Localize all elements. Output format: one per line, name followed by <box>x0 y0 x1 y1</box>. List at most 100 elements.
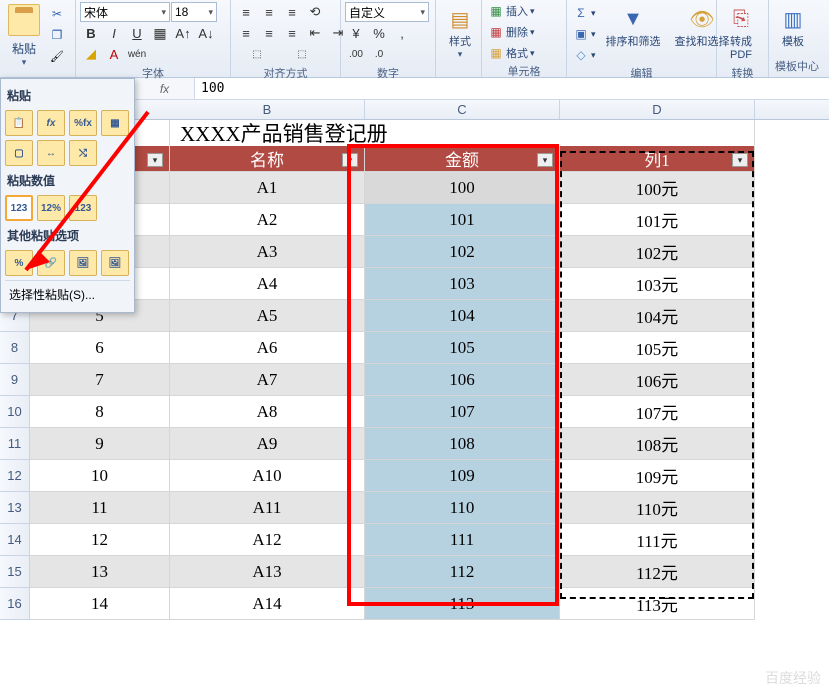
format-painter-button[interactable] <box>46 46 68 66</box>
template-button[interactable]: ▥ 模板 <box>773 2 813 52</box>
table-cell[interactable]: 109 <box>365 460 560 492</box>
wrap-text-button[interactable]: ⬚ <box>235 44 279 64</box>
table-cell[interactable]: 103 <box>365 268 560 300</box>
table-cell[interactable]: 6 <box>30 332 170 364</box>
table-cell[interactable]: 13 <box>30 556 170 588</box>
table-cell[interactable]: 10 <box>30 460 170 492</box>
fill-color-button[interactable]: ◢ <box>80 44 102 64</box>
fill-button[interactable]: ▣▾ <box>571 25 598 43</box>
table-cell[interactable]: 104 <box>365 300 560 332</box>
font-color-button[interactable]: A <box>103 44 125 64</box>
row-header[interactable]: 8 <box>0 332 30 364</box>
table-header[interactable]: 列1▾ <box>560 146 755 172</box>
table-cell[interactable]: 104元 <box>560 300 755 332</box>
table-cell[interactable]: A8 <box>170 396 365 428</box>
paste-button[interactable]: 粘贴 ▾ <box>4 2 44 68</box>
italic-button[interactable]: I <box>103 23 125 43</box>
filter-icon[interactable]: ▾ <box>342 153 358 167</box>
table-cell[interactable]: A10 <box>170 460 365 492</box>
paste-option-keep-border[interactable]: ▦ <box>101 110 129 136</box>
increase-decimal-button[interactable]: .00 <box>345 44 367 64</box>
bold-button[interactable]: B <box>80 23 102 43</box>
table-cell[interactable]: A12 <box>170 524 365 556</box>
indent-dec-button[interactable]: ⇤ <box>304 23 326 43</box>
table-cell[interactable]: 100元 <box>560 172 755 204</box>
paste-option-picture[interactable]: 🖼 <box>69 250 97 276</box>
table-cell[interactable]: A1 <box>170 172 365 204</box>
percent-button[interactable]: % <box>368 23 390 43</box>
copy-button[interactable] <box>46 25 68 45</box>
currency-button[interactable]: ¥ <box>345 23 367 43</box>
grow-font-button[interactable]: A↑ <box>172 23 194 43</box>
cut-button[interactable] <box>46 4 68 24</box>
paste-option-formatting[interactable]: % <box>5 250 33 276</box>
filter-icon[interactable]: ▾ <box>537 153 553 167</box>
table-cell[interactable]: 100 <box>365 172 560 204</box>
row-header[interactable]: 11 <box>0 428 30 460</box>
table-cell[interactable]: A7 <box>170 364 365 396</box>
paste-values-number-format-button[interactable]: 12% <box>37 195 65 221</box>
merge-button[interactable]: ⬚ <box>280 44 324 64</box>
row-header[interactable]: 13 <box>0 492 30 524</box>
delete-cells-button[interactable]: ▦删除 ▾ <box>486 23 537 41</box>
number-format-combo[interactable]: 自定义▾ <box>345 2 429 22</box>
table-cell[interactable]: 8 <box>30 396 170 428</box>
row-header[interactable]: 16 <box>0 588 30 620</box>
paste-option-linked-picture[interactable]: 🖼 <box>101 250 129 276</box>
table-cell[interactable]: A2 <box>170 204 365 236</box>
table-cell[interactable]: 106 <box>365 364 560 396</box>
paste-option-formulas[interactable]: fx <box>37 110 65 136</box>
table-cell[interactable]: 101元 <box>560 204 755 236</box>
title-cell[interactable]: XXXX产品销售登记册 <box>170 120 755 146</box>
filter-icon[interactable]: ▾ <box>147 153 163 167</box>
table-cell[interactable]: 106元 <box>560 364 755 396</box>
table-cell[interactable]: 103元 <box>560 268 755 300</box>
col-header-c[interactable]: C <box>365 100 560 119</box>
comma-button[interactable]: , <box>391 23 413 43</box>
align-top-button[interactable]: ≡ <box>235 2 257 22</box>
table-cell[interactable]: 101 <box>365 204 560 236</box>
decrease-decimal-button[interactable]: .0 <box>368 44 390 64</box>
table-cell[interactable]: 112 <box>365 556 560 588</box>
table-cell[interactable]: 112元 <box>560 556 755 588</box>
table-cell[interactable]: A9 <box>170 428 365 460</box>
table-cell[interactable]: A4 <box>170 268 365 300</box>
convert-pdf-button[interactable]: ⎘ 转成 PDF <box>721 2 761 64</box>
table-cell[interactable]: 107元 <box>560 396 755 428</box>
row-header[interactable]: 10 <box>0 396 30 428</box>
paste-option-link[interactable]: 🔗 <box>37 250 65 276</box>
font-family-combo[interactable]: 宋体▾ <box>80 2 170 22</box>
align-left-button[interactable]: ≡ <box>235 23 257 43</box>
clear-button[interactable]: ◇▾ <box>571 46 598 64</box>
align-middle-button[interactable]: ≡ <box>258 2 280 22</box>
table-cell[interactable]: 111元 <box>560 524 755 556</box>
table-cell[interactable]: 105元 <box>560 332 755 364</box>
table-cell[interactable]: 107 <box>365 396 560 428</box>
table-cell[interactable]: 102元 <box>560 236 755 268</box>
filter-icon[interactable]: ▾ <box>732 153 748 167</box>
row-header[interactable]: 15 <box>0 556 30 588</box>
table-cell[interactable]: 102 <box>365 236 560 268</box>
table-cell[interactable]: 14 <box>30 588 170 620</box>
align-center-button[interactable]: ≡ <box>258 23 280 43</box>
table-cell[interactable]: A3 <box>170 236 365 268</box>
paste-values-source-format-button[interactable]: 123 <box>69 195 97 221</box>
align-right-button[interactable]: ≡ <box>281 23 303 43</box>
paste-special-menuitem[interactable]: 选择性粘贴(S)... <box>5 280 130 308</box>
paste-option-column-width[interactable]: ↔ <box>37 140 65 166</box>
table-cell[interactable]: A11 <box>170 492 365 524</box>
paste-option-formulas-number[interactable]: %fx <box>69 110 97 136</box>
table-cell[interactable]: 113元 <box>560 588 755 620</box>
col-header-d[interactable]: D <box>560 100 755 119</box>
row-header[interactable]: 12 <box>0 460 30 492</box>
orientation-button[interactable]: ⟲ <box>304 2 326 22</box>
shrink-font-button[interactable]: A↓ <box>195 23 217 43</box>
paste-values-button[interactable]: 123 <box>5 195 33 221</box>
row-header[interactable]: 14 <box>0 524 30 556</box>
table-cell[interactable]: 12 <box>30 524 170 556</box>
autosum-button[interactable]: Σ▾ <box>571 4 598 22</box>
paste-option-all[interactable]: 📋 <box>5 110 33 136</box>
font-size-combo[interactable]: 18▾ <box>171 2 217 22</box>
table-header[interactable]: 金额▾ <box>365 146 560 172</box>
table-header[interactable]: 名称▾ <box>170 146 365 172</box>
